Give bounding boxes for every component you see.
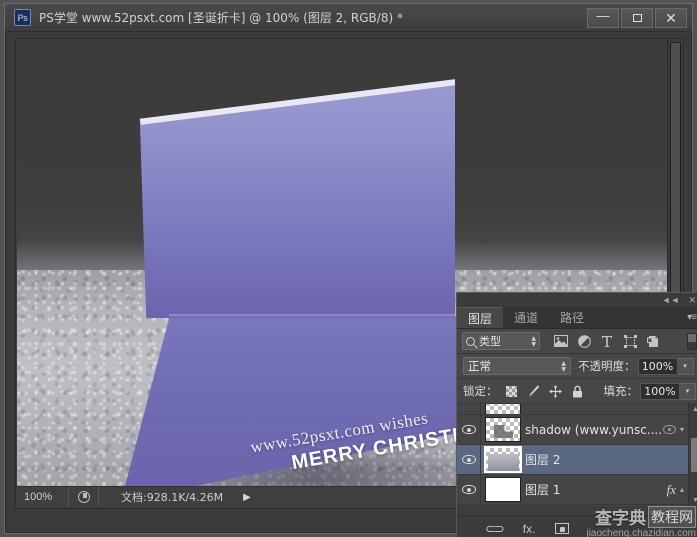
layer-thumbnail-cell xyxy=(481,404,525,414)
layer-visibility-toggle[interactable] xyxy=(457,445,481,474)
smart-object-filter-icon[interactable] xyxy=(646,334,660,348)
fill-label: 填充： xyxy=(603,384,639,398)
fill-dropdown-icon[interactable]: ▾ xyxy=(680,382,696,400)
tab-channels[interactable]: 通道 xyxy=(503,307,550,328)
layer-thumbnail-cell xyxy=(481,415,525,444)
adjustment-layer-filter-icon[interactable] xyxy=(577,334,591,348)
lock-all-icon[interactable] xyxy=(571,385,584,398)
opacity-dropdown-icon[interactable]: ▾ xyxy=(677,357,694,375)
layer-filter-icons xyxy=(554,334,660,348)
close-button[interactable]: ✕ xyxy=(655,8,687,28)
card-fold-crease xyxy=(169,314,469,318)
maximize-icon xyxy=(632,14,642,22)
layer-thumbnail xyxy=(485,417,521,442)
photoshop-window: Ps PS学堂 www.52psxt.com [圣诞折卡] @ 100% (图层… xyxy=(0,0,697,537)
panel-top-bar: ◄◄ ✕ xyxy=(457,293,697,307)
tab-layers-label: 图层 xyxy=(468,311,493,326)
status-expand-arrow[interactable]: ▶ xyxy=(243,492,251,503)
tab-channels-label: 通道 xyxy=(514,311,539,325)
opacity-label: 不透明度： xyxy=(578,359,636,373)
tab-paths-label: 路径 xyxy=(560,311,585,325)
layer-filter-type-select[interactable]: 类型 ▲ ▼ xyxy=(462,332,540,350)
blend-mode-select[interactable]: 正常 ▲ ▼ xyxy=(463,357,571,375)
lock-image-pixels-icon[interactable] xyxy=(527,384,540,398)
blend-mode-row: 正常 ▲ ▼ 不透明度： 100% ▾ xyxy=(457,354,697,379)
layer-visibility-toggle[interactable] xyxy=(457,475,481,504)
tab-layers[interactable]: 图层 xyxy=(457,307,504,328)
close-panel-icon[interactable]: ✕ xyxy=(688,295,696,305)
collapse-panel-icon[interactable]: ◄◄ xyxy=(662,295,680,305)
chevron-down-icon[interactable]: ▾ xyxy=(680,425,684,434)
panel-menu-icon[interactable]: ▾≡ xyxy=(687,312,697,323)
layer-visibility-toggle[interactable] xyxy=(457,404,481,414)
layer-filter-bar: 类型 ▲ ▼ xyxy=(457,329,697,354)
fill-input[interactable]: 100% xyxy=(640,382,680,400)
layer-scroll-thumb[interactable] xyxy=(691,438,697,472)
minimize-button[interactable]: — xyxy=(587,8,619,28)
blend-mode-spinner-icon: ▲ ▼ xyxy=(561,359,566,373)
window-title: PS学堂 www.52psxt.com [圣诞折卡] @ 100% (图层 2,… xyxy=(39,11,403,25)
tab-paths[interactable]: 路径 xyxy=(549,307,596,328)
layer-style-fx-button[interactable]: fx. xyxy=(523,520,536,537)
layer-name: shadow (www.yunsc.... xyxy=(525,422,663,437)
lock-transparent-pixels-icon[interactable] xyxy=(505,385,518,398)
type-layer-filter-icon[interactable] xyxy=(600,334,614,348)
lock-position-icon[interactable] xyxy=(548,384,562,398)
eye-icon xyxy=(461,425,476,434)
scroll-down-icon[interactable]: ▼ xyxy=(692,497,697,504)
close-icon: ✕ xyxy=(665,9,677,26)
layer-thumbnail xyxy=(485,477,521,502)
layer-effects-visibility-icon[interactable] xyxy=(662,425,676,434)
search-icon xyxy=(466,336,475,346)
layer-visibility-toggle[interactable] xyxy=(457,415,481,444)
minimize-icon: — xyxy=(596,7,610,23)
layer-list-scrollbar[interactable]: ▲ ▼ xyxy=(688,404,697,506)
link-layers-button[interactable]: ⊂⊃ xyxy=(485,520,505,537)
title-bar: Ps PS学堂 www.52psxt.com [圣诞折卡] @ 100% (图层… xyxy=(5,4,692,32)
table-row[interactable]: shadow (www.yunsc.... ▾ xyxy=(457,415,697,445)
pixel-layer-filter-icon[interactable] xyxy=(554,334,568,348)
add-layer-mask-button[interactable] xyxy=(555,523,570,534)
table-row[interactable] xyxy=(457,404,697,415)
document-preview-icon[interactable] xyxy=(69,487,99,507)
photoshop-logo-icon: Ps xyxy=(14,9,31,26)
filter-type-label: 类型 xyxy=(479,335,501,348)
panel-tab-bar: 图层 通道 路径 ▾≡ xyxy=(457,307,697,329)
filter-type-spinner-icon: ▲ ▼ xyxy=(531,334,536,348)
eye-icon xyxy=(461,455,476,464)
table-row[interactable]: 图层 2 xyxy=(457,445,697,475)
lock-buttons xyxy=(505,384,584,398)
lock-row: 锁定： 填充： 100% ▾ xyxy=(457,379,697,404)
table-row[interactable]: 图层 1 fx ▴ xyxy=(457,475,697,505)
opacity-input[interactable]: 100% xyxy=(637,357,678,375)
blend-mode-value: 正常 xyxy=(468,359,491,373)
eye-icon xyxy=(461,485,476,494)
scroll-up-icon[interactable]: ▲ xyxy=(692,406,697,413)
shape-layer-filter-icon[interactable] xyxy=(623,334,637,348)
layer-thumbnail-cell xyxy=(481,475,525,504)
filter-enable-toggle[interactable] xyxy=(687,332,697,350)
document-size-info: 文档:928.1K/4.26M xyxy=(121,491,224,504)
lock-label: 锁定： xyxy=(463,384,498,398)
layer-thumbnail xyxy=(484,446,522,473)
window-frame: Ps PS学堂 www.52psxt.com [圣诞折卡] @ 100% (图层… xyxy=(4,3,697,537)
chevron-up-icon[interactable]: ▴ xyxy=(680,485,684,494)
layer-list[interactable]: shadow (www.yunsc.... ▾ 图层 2 图层 1 fx ▴ ▲… xyxy=(457,404,697,506)
layer-thumbnail xyxy=(485,404,521,414)
layer-name: 图层 1 xyxy=(525,483,561,497)
layer-name: 图层 2 xyxy=(525,453,561,467)
window-controls: — ✕ xyxy=(587,8,687,28)
layers-panel: ◄◄ ✕ 图层 通道 路径 ▾≡ 类型 ▲ ▼ 正常 ▲ ▼ 不透明度： 100… xyxy=(456,292,697,537)
layer-fx-icon[interactable]: fx xyxy=(667,482,676,498)
layer-thumbnail-cell xyxy=(481,445,525,474)
maximize-button[interactable] xyxy=(621,8,653,28)
layers-panel-bottom-bar: ⊂⊃ fx. xyxy=(457,515,697,537)
zoom-level[interactable]: 100% xyxy=(17,487,69,507)
